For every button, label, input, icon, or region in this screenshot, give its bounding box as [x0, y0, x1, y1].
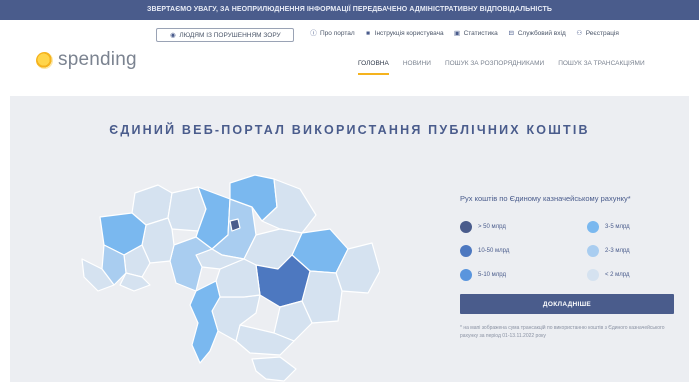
legend-item: 10-50 млрд: [460, 245, 509, 257]
legend-label: > 50 млрд: [478, 224, 506, 230]
book-icon: ■: [366, 30, 371, 37]
legend-item: 2-3 млрд: [587, 245, 630, 257]
login-icon: ⊟: [508, 30, 514, 37]
top-link-service-login[interactable]: ⊟ Службовий вхід: [508, 30, 566, 37]
legend-swatch: [460, 245, 472, 257]
legend-swatch: [460, 221, 472, 233]
hero-section: ЄДИНИЙ ВЕБ-ПОРТАЛ ВИКОРИСТАННЯ ПУБЛІЧНИХ…: [10, 96, 689, 382]
legend-label: < 2 млрд: [605, 272, 630, 278]
map-region-odesa: [189, 280, 221, 364]
ukraine-regions-map: [81, 174, 380, 382]
legend-swatch: [587, 245, 599, 257]
legend-title: Рух коштів по Єдиному казначейському рах…: [460, 194, 631, 203]
nav-news[interactable]: НОВИНИ: [403, 60, 431, 75]
logo-sun-icon: [36, 51, 53, 69]
legend-label: 5-10 млрд: [478, 272, 507, 278]
legend-item: < 2 млрд: [587, 269, 630, 281]
nav-search-transactions[interactable]: ПОШУК ЗА ТРАНСАКЦІЯМИ: [558, 60, 644, 75]
details-button[interactable]: ДОКЛАДНІШЕ: [460, 294, 674, 314]
top-link-label: Службовий вхід: [517, 30, 566, 37]
logo[interactable]: spending: [36, 49, 137, 71]
legend-label: 10-50 млрд: [478, 248, 510, 254]
chart-icon: ▣: [454, 30, 461, 37]
visually-impaired-button[interactable]: ◉ ЛЮДЯМ ІЗ ПОРУШЕННЯМ ЗОРУ: [156, 28, 294, 42]
legend-swatch: [587, 269, 599, 281]
legend-item: 3-5 млрд: [587, 221, 630, 233]
legend-item: > 50 млрд: [460, 221, 506, 233]
legend-label: 2-3 млрд: [605, 248, 630, 254]
map-region-crimea: [251, 356, 297, 382]
main-nav: ГОЛОВНА НОВИНИ ПОШУК ЗА РОЗПОРЯДНИКАМИ П…: [358, 60, 645, 75]
top-links: ⓘ Про портал ■ Інструкція користувача ▣ …: [310, 30, 619, 37]
top-link-label: Реєстрація: [585, 30, 619, 37]
top-link-registration[interactable]: ⚇ Реєстрація: [576, 30, 619, 37]
eye-icon: ◉: [170, 31, 176, 39]
legend-swatch: [460, 269, 472, 281]
top-link-label: Статистика: [463, 30, 498, 37]
user-add-icon: ⚇: [576, 30, 583, 37]
notice-bar: ЗВЕРТАЄМО УВАГУ, ЗА НЕОПРИЛЮДНЕННЯ ІНФОР…: [0, 0, 699, 20]
top-link-about[interactable]: ⓘ Про портал: [310, 30, 355, 37]
visually-impaired-label: ЛЮДЯМ ІЗ ПОРУШЕННЯМ ЗОРУ: [179, 31, 281, 39]
footnote: * на мапі зображена сума трансакцій по в…: [460, 325, 665, 339]
hero-title: ЄДИНИЙ ВЕБ-ПОРТАЛ ВИКОРИСТАННЯ ПУБЛІЧНИХ…: [109, 123, 590, 137]
top-link-statistics[interactable]: ▣ Статистика: [454, 30, 498, 37]
logo-text: spending: [58, 49, 137, 70]
nav-home[interactable]: ГОЛОВНА: [358, 60, 389, 75]
legend-item: 5-10 млрд: [460, 269, 506, 281]
top-link-label: Про портал: [320, 30, 355, 37]
top-link-instructions[interactable]: ■ Інструкція користувача: [365, 30, 444, 37]
legend-swatch: [587, 221, 599, 233]
top-link-label: Інструкція користувача: [374, 30, 444, 37]
map-region-chernivtsi: [119, 272, 151, 292]
legend-label: 3-5 млрд: [605, 224, 630, 230]
nav-search-managers[interactable]: ПОШУК ЗА РОЗПОРЯДНИКАМИ: [445, 60, 544, 75]
map-region-kyiv-city: [229, 218, 241, 232]
info-icon: ⓘ: [310, 30, 317, 37]
